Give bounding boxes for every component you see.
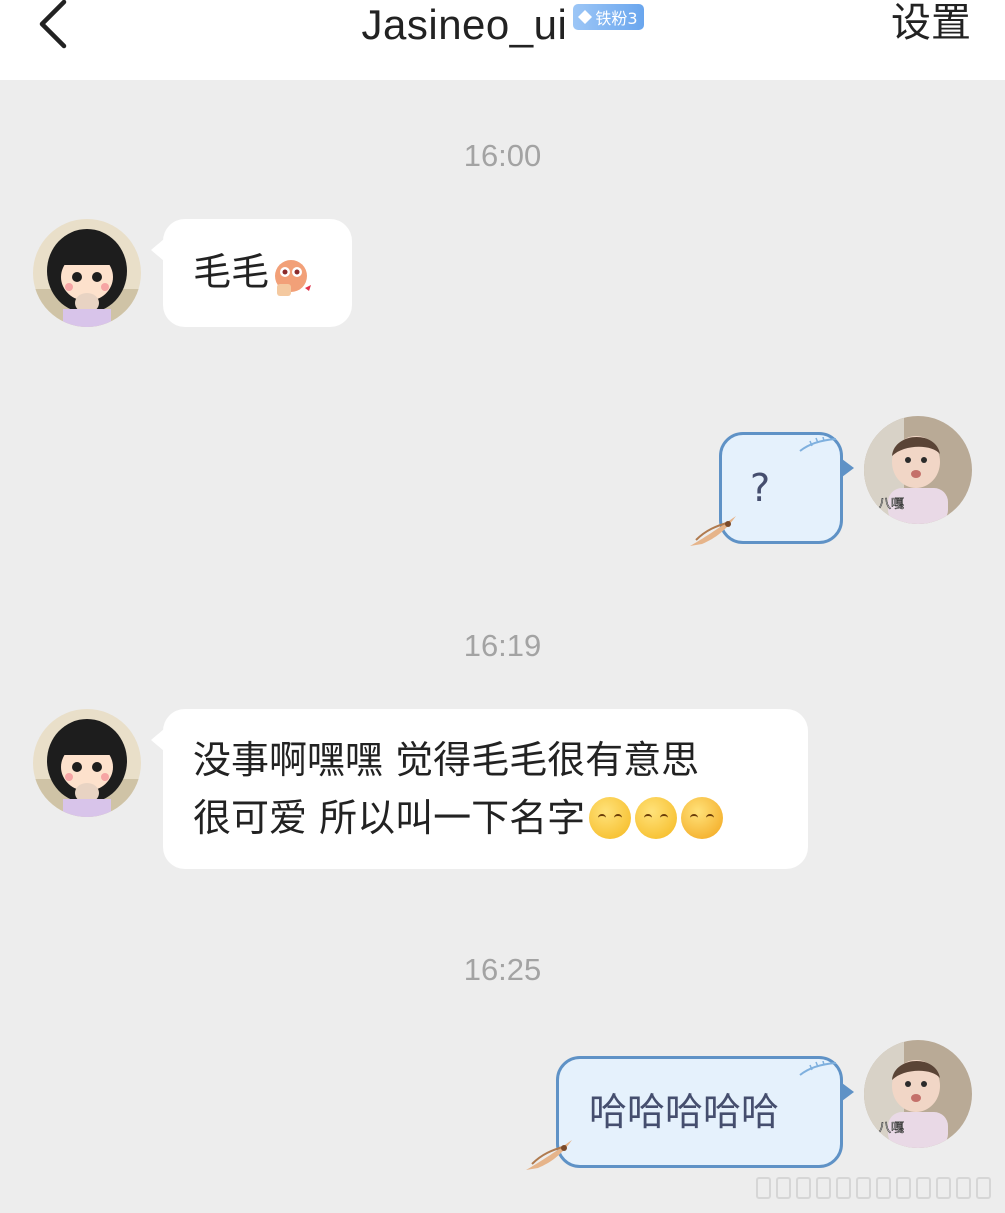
diamond-icon <box>578 10 593 24</box>
avatar-caption: 八嘎 <box>878 1121 904 1136</box>
settings-button[interactable]: 设置 <box>891 0 971 50</box>
feather-icon <box>799 437 837 452</box>
message-text: 毛毛 <box>193 250 270 294</box>
message-text-line-2: 很可爱 所以叫一下名字 <box>193 796 586 840</box>
timestamp: 16:25 <box>463 952 542 987</box>
baby-photo-avatar: 八嘎 <box>864 1040 972 1148</box>
chat-header: Jasineo_ui 铁粉3 设置 <box>0 0 1005 80</box>
incoming-message-bubble[interactable]: 没事啊嘿嘿 觉得毛毛很有意思 很可爱 所以叫一下名字 <box>151 709 808 869</box>
cartoon-girl-avatar <box>33 219 141 327</box>
cartoon-sticker-icon <box>275 259 312 296</box>
kiss-emoji-icon <box>635 796 678 839</box>
message-text-line-1: 没事啊嘿嘿 觉得毛毛很有意思 <box>193 738 700 782</box>
timestamp: 16:19 <box>463 628 542 663</box>
outgoing-message-bubble[interactable]: 哈哈哈哈哈 <box>556 1056 854 1168</box>
fan-badge-label: 铁粉3 <box>595 9 638 28</box>
kiss-emoji-icon <box>589 796 632 839</box>
fan-badge: 铁粉3 <box>573 4 644 30</box>
timestamp: 16:00 <box>463 138 542 173</box>
feather-icon <box>799 1061 837 1076</box>
avatar-caption: 八嘎 <box>878 497 904 512</box>
swallow-decoration-icon <box>690 516 736 546</box>
flower-emoji-icon <box>681 796 724 839</box>
cartoon-girl-avatar <box>33 709 141 817</box>
message-text: ? <box>750 466 771 510</box>
incoming-message-bubble[interactable]: 毛毛 <box>151 219 352 327</box>
message-text: 哈哈哈哈哈 <box>589 1090 780 1134</box>
my-avatar[interactable]: 八嘎 <box>864 416 972 524</box>
swallow-decoration-icon <box>526 1140 572 1170</box>
baby-photo-avatar: 八嘎 <box>864 416 972 524</box>
title-area: Jasineo_ui 铁粉3 <box>0 0 1005 50</box>
chat-title: Jasineo_ui <box>361 1 568 48</box>
contact-avatar[interactable] <box>33 709 141 817</box>
my-avatar[interactable]: 八嘎 <box>864 1040 972 1148</box>
contact-avatar[interactable] <box>33 219 141 327</box>
watermark-icon <box>756 1177 991 1199</box>
